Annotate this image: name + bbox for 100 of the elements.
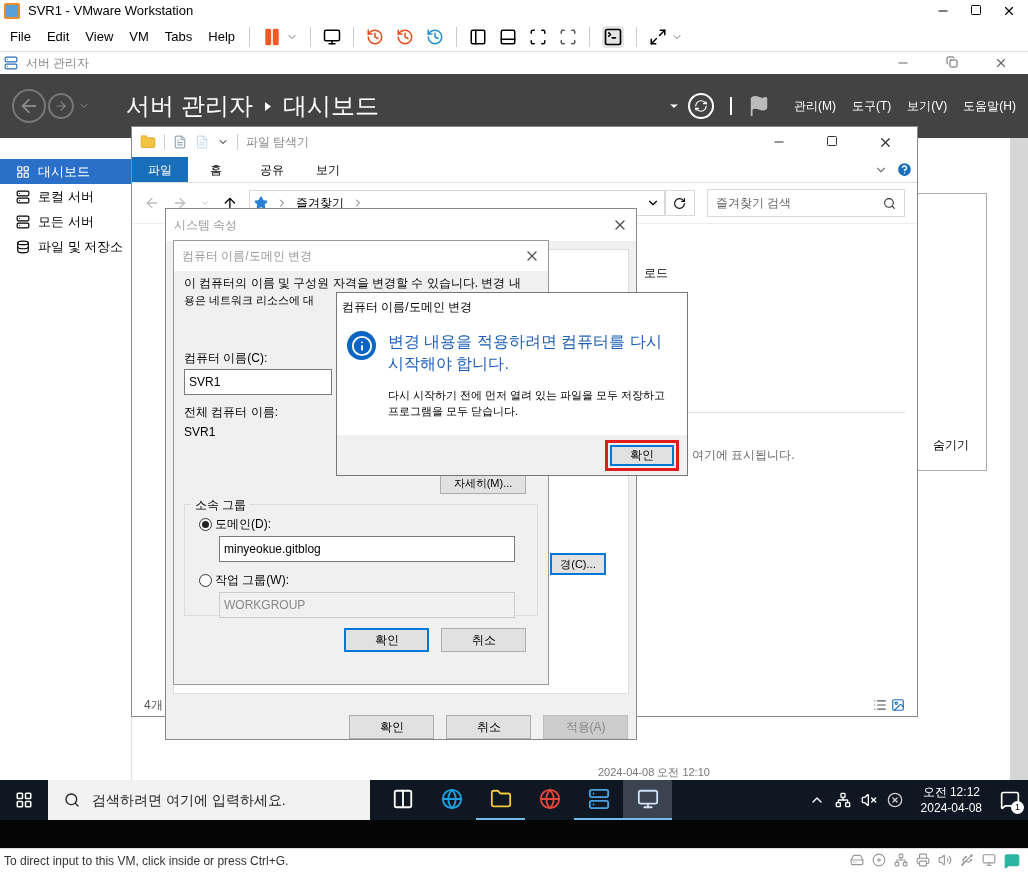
sidebar-icon[interactable] (469, 27, 488, 46)
field-label: 컴퓨터 이름(C): (184, 350, 268, 367)
item-count: 4개 (144, 697, 163, 714)
menu-item[interactable]: 보기(V) (907, 97, 948, 115)
ribbon-tab[interactable]: 공유 (244, 157, 300, 182)
change-button[interactable]: 경(C)... (550, 553, 606, 575)
breadcrumb-item: 서버 관리자 (126, 91, 253, 121)
ribbon-tab[interactable]: 보기 (300, 157, 356, 182)
field-value: SVR1 (184, 424, 216, 441)
folder-icon (489, 788, 512, 810)
notification-badge: 1 (1011, 801, 1024, 814)
star-icon (254, 196, 269, 210)
menu-item[interactable]: File (8, 26, 33, 47)
cd-icon[interactable] (872, 852, 886, 867)
browser-icon (440, 788, 463, 810)
sidebar-item[interactable]: 대시보드 (0, 159, 131, 184)
menu-item[interactable]: Edit (44, 26, 72, 47)
printer-icon[interactable] (916, 852, 930, 867)
taskbar-button[interactable] (623, 780, 672, 820)
menu-item[interactable]: Tabs (162, 26, 195, 47)
back-icon[interactable] (12, 89, 46, 123)
close-icon[interactable] (1002, 4, 1016, 18)
separator-icon (264, 101, 271, 111)
radio-option[interactable]: 도메인(D): (199, 515, 519, 533)
radio-button[interactable] (199, 517, 212, 531)
browser-icon (538, 788, 561, 810)
dialog-button[interactable]: 확인 (349, 715, 434, 739)
flag-icon[interactable] (748, 95, 770, 117)
description-line: 이 컴퓨터의 이름 및 구성원 자격을 변경할 수 있습니다. 변경 내 (184, 276, 521, 290)
menu-item[interactable]: VM (127, 26, 151, 47)
search-field[interactable]: 즐겨찾기 검색 (706, 189, 905, 217)
thumbnail-bar-icon[interactable] (499, 27, 518, 46)
folder-icon (140, 134, 156, 150)
revert-icon[interactable] (396, 27, 415, 46)
menu-item[interactable]: Help (206, 26, 238, 47)
maximize-icon[interactable] (970, 4, 982, 16)
large-icons-view-icon[interactable] (891, 698, 905, 712)
refresh-icon[interactable] (688, 93, 714, 119)
sidebar-item[interactable]: 모든 서버 (0, 209, 131, 234)
help-icon[interactable] (896, 161, 913, 178)
window-title: 컴퓨터 이름/도메인 변경 (182, 248, 312, 265)
server-icon (587, 788, 610, 810)
servers-icon (16, 214, 30, 229)
restore-icon[interactable] (946, 56, 958, 68)
full-screen-icon[interactable] (529, 27, 548, 46)
refresh-button[interactable] (665, 190, 695, 216)
menu-item[interactable]: View (83, 26, 116, 47)
window-title: SVR1 - VMware Workstation (28, 2, 194, 21)
field-label: 전체 컴퓨터 이름: (184, 404, 278, 421)
menu-item[interactable]: 도움말(H) (963, 97, 1016, 115)
task-view-icon (391, 788, 414, 810)
console-icon[interactable] (602, 25, 625, 48)
snapshot-icon[interactable] (366, 27, 385, 46)
input-field[interactable]: SVR1 (184, 369, 332, 395)
timestamp: 2024-04-08 오전 12:10 (598, 765, 710, 780)
usb-icon[interactable] (960, 852, 974, 867)
window-title: 파일 탐색기 (246, 134, 310, 151)
search-icon (882, 196, 896, 210)
volume-muted-icon[interactable] (860, 792, 877, 808)
refresh-icon (673, 196, 687, 210)
menu-item[interactable]: 관리(M) (794, 97, 836, 115)
grid-icon (16, 164, 30, 179)
description-line: 용은 네트워크 리소스에 대 (184, 293, 315, 307)
message-icon[interactable] (1004, 852, 1020, 869)
maximize-icon[interactable] (826, 134, 838, 147)
window-title: 서버 관리자 (26, 55, 90, 72)
section-heading: 로드 (644, 265, 668, 282)
dialog-button[interactable]: 취소 (446, 715, 531, 739)
details-view-icon[interactable] (873, 698, 887, 712)
server-icon (16, 189, 30, 204)
server-manager-icon (4, 56, 18, 70)
database-icon (16, 239, 30, 254)
dialog-button[interactable]: 확인 (344, 628, 429, 652)
ribbon-tab[interactable]: 파일 (132, 157, 188, 182)
status-message: To direct input to this VM, click inside or press Ctrl+G. (4, 852, 289, 870)
snapshot-manager-icon[interactable] (426, 27, 445, 46)
info-icon (347, 331, 376, 360)
search-icon (64, 792, 80, 808)
breadcrumb-item: 대시보드 (282, 91, 379, 121)
search-field[interactable]: 검색하려면 여기에 입력하세요. (48, 780, 370, 820)
input-field[interactable]: minyeokue.gitblog (219, 536, 515, 562)
menu-item[interactable]: 도구(T) (852, 97, 892, 115)
hide-link[interactable]: 숨기기 (933, 436, 969, 454)
error-icon[interactable] (886, 792, 903, 808)
message-text: 다시 시작하기 전에 먼저 열려 있는 파일을 모두 저장하고 프로그램을 모두 닫습니다. (388, 388, 667, 419)
sound-icon[interactable] (938, 852, 952, 867)
monitor-icon (636, 788, 659, 810)
message-heading: 변경 내용을 적용하려면 컴퓨터를 다시 시작해야 합니다. (388, 332, 663, 374)
app-logo-icon (4, 3, 20, 19)
clock[interactable]: 오전 12:12 2024-04-08 (912, 784, 990, 816)
sidebar-item[interactable]: 파일 및 저장소 (0, 234, 131, 259)
network-icon[interactable] (834, 792, 851, 808)
ok-button[interactable]: 확인 (610, 444, 674, 466)
window-title: 컴퓨터 이름/도메인 변경 (342, 299, 472, 316)
ribbon-tab[interactable]: 홈 (188, 157, 244, 182)
stretch-icon[interactable] (649, 27, 668, 46)
empty-message: 여기에 표시됩니다. (692, 447, 795, 464)
dialog-button[interactable]: 취소 (441, 628, 526, 652)
start-icon[interactable] (15, 791, 33, 809)
sidebar-item[interactable]: 로컬 서버 (0, 184, 131, 209)
